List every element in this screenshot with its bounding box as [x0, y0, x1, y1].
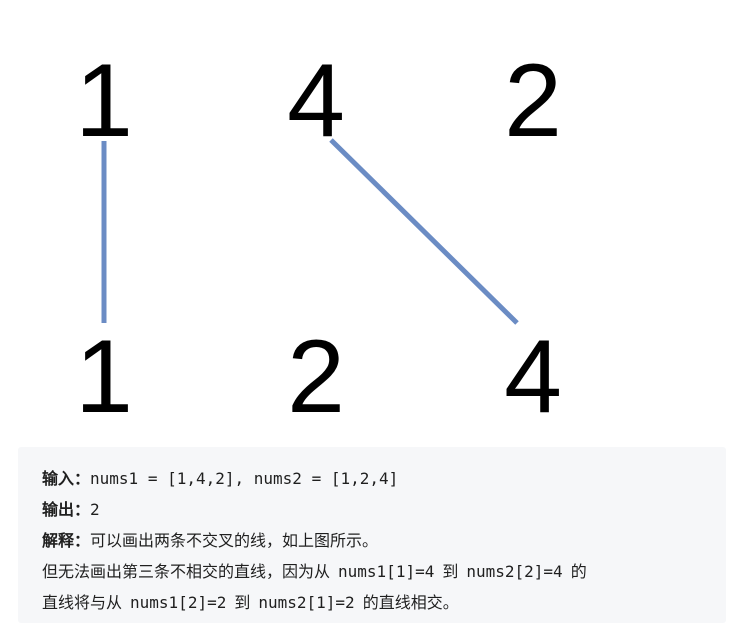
- nums2-number-3: 4: [504, 319, 562, 435]
- explain-text-part: 但无法画出第三条不相交的直线，因为从: [42, 562, 331, 581]
- nums1-number-3: 2: [504, 43, 562, 159]
- explain-text-part: 到: [442, 562, 459, 581]
- nums2-number-2: 2: [287, 319, 345, 435]
- input-value: nums1 = [1,4,2], nums2 = [1,2,4]: [90, 469, 399, 488]
- explain-text: 可以画出两条不交叉的线，如上图所示。: [90, 531, 379, 550]
- output-line: 输出：2: [42, 494, 726, 525]
- code-fragment: nums1[2]=2: [130, 593, 227, 612]
- output-value: 2: [90, 500, 100, 519]
- nums2-number-1: 1: [75, 319, 133, 435]
- code-fragment: nums2[2]=4: [466, 562, 563, 581]
- input-line: 输入：nums1 = [1,4,2], nums2 = [1,2,4]: [42, 463, 726, 494]
- code-fragment: nums2[1]=2: [258, 593, 355, 612]
- example-explanation: 输入：nums1 = [1,4,2], nums2 = [1,2,4] 输出：2…: [18, 447, 726, 623]
- explain-text-part: 直线将与从: [42, 593, 123, 612]
- explain-text-part: 的: [570, 562, 587, 581]
- explain-label: 解释：: [42, 531, 91, 550]
- nums1-number-2: 4: [287, 43, 345, 159]
- output-label: 输出：: [42, 500, 91, 519]
- input-label: 输入：: [42, 469, 91, 488]
- connection-diagram: 1 4 2 1 2 4: [75, 43, 562, 435]
- explain-text-part: 到: [234, 593, 251, 612]
- explain-text-part: 的直线相交。: [362, 593, 459, 612]
- code-fragment: nums1[1]=4: [338, 562, 435, 581]
- explain-continuation-2: 直线将与从 nums1[2]=2 到 nums2[1]=2 的直线相交。: [42, 587, 726, 618]
- explain-line: 解释：可以画出两条不交叉的线，如上图所示。: [42, 525, 726, 556]
- explain-continuation-1: 但无法画出第三条不相交的直线，因为从 nums1[1]=4 到 nums2[2]=4 的: [42, 556, 726, 587]
- nums1-number-1: 1: [75, 43, 133, 159]
- connection-line-2: [329, 138, 519, 325]
